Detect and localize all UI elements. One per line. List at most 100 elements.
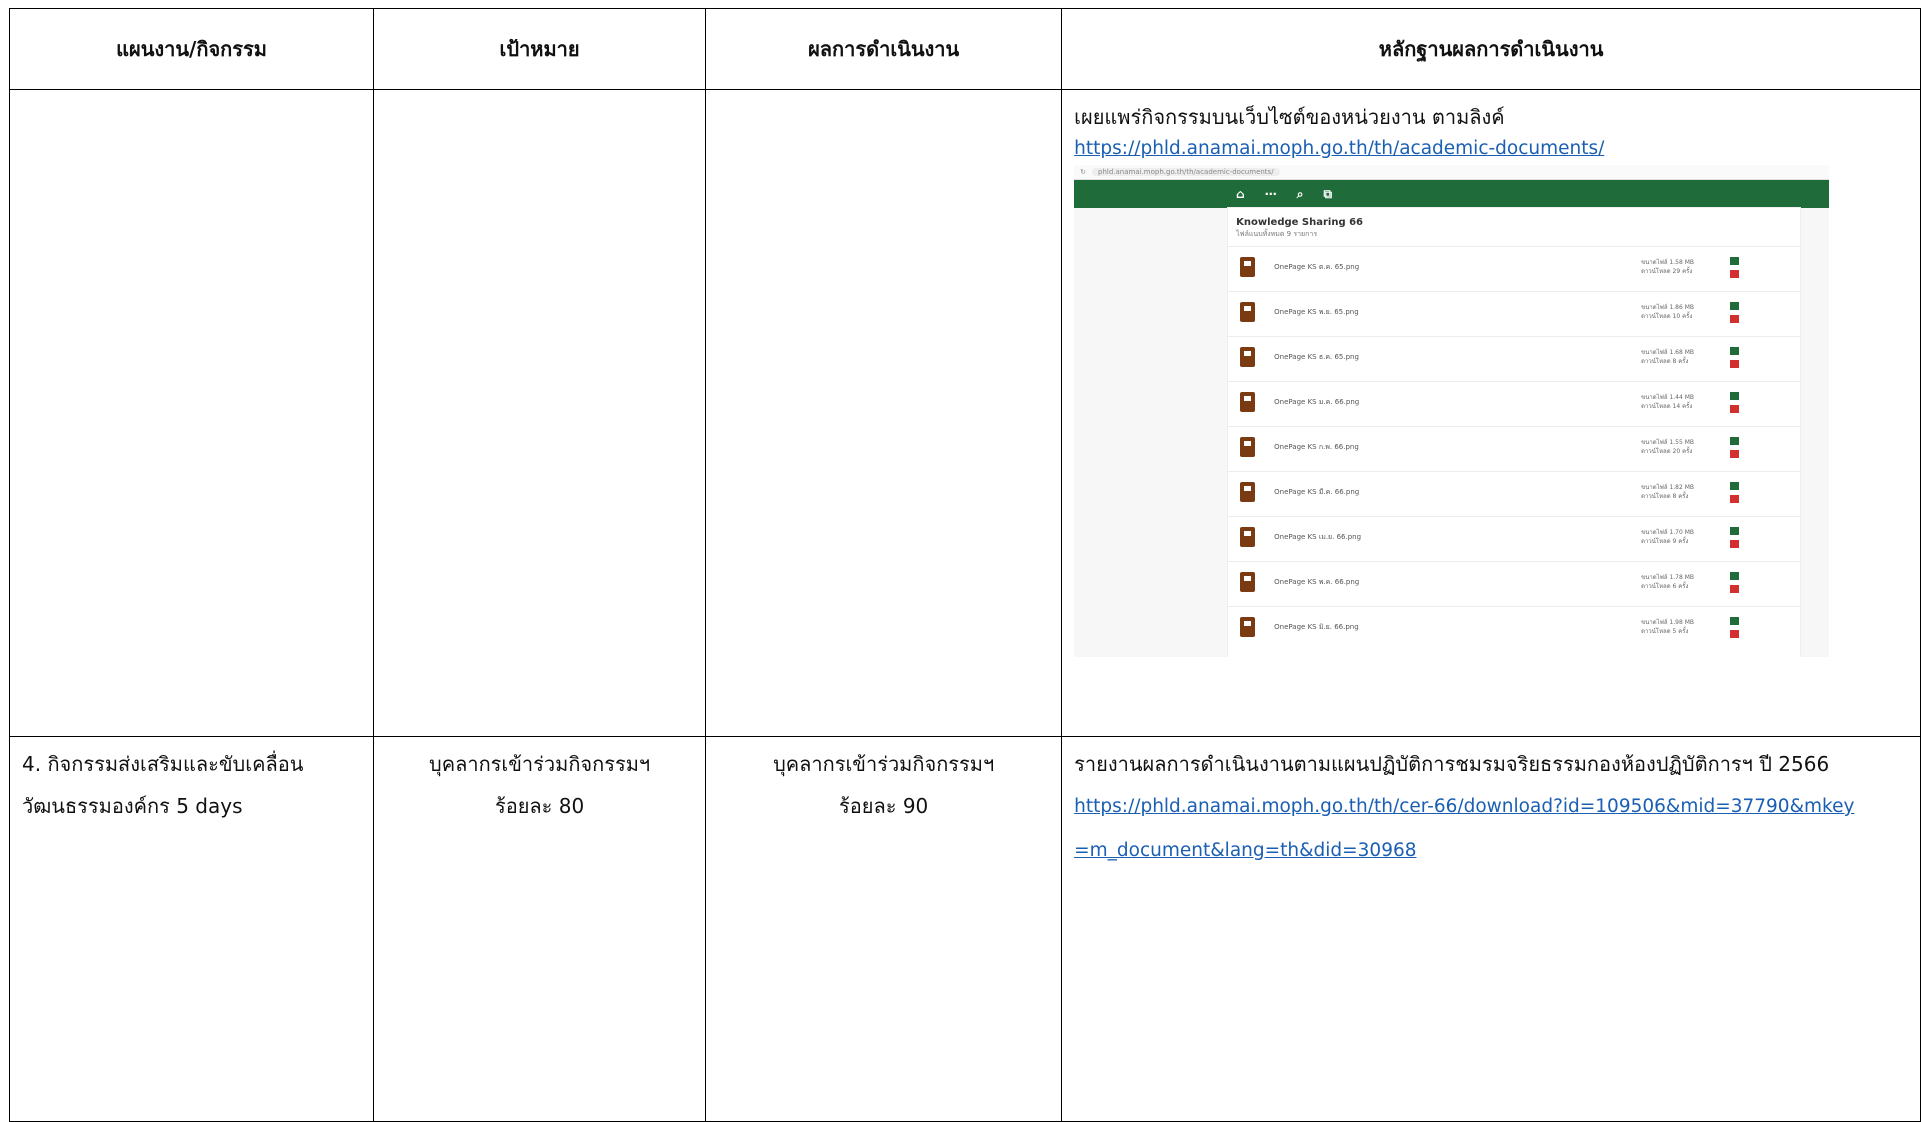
preview-button [1730, 449, 1743, 458]
preview-button [1730, 494, 1743, 503]
panel-title: Knowledge Sharing 66 [1236, 217, 1364, 228]
png-file-icon [1240, 257, 1256, 277]
download-icon [1730, 256, 1740, 265]
file-name: OnePage KS เม.ย. 66.png [1274, 533, 1362, 541]
preview-button [1730, 629, 1743, 638]
file-size: ขนาดไฟล์ 1.68 MB ดาวน์โหลด 8 ครั้ง [1641, 348, 1694, 366]
preview-button [1730, 404, 1743, 413]
table-row: 4. กิจกรรมส่งเสริมและขับเคลื่อนวัฒนธรรมอ… [8, 736, 1921, 1122]
file-size: ขนาดไฟล์ 1.78 MB ดาวน์โหลด 6 ครั้ง [1641, 573, 1694, 591]
png-file-icon [1240, 437, 1256, 457]
header-result: ผลการดำเนินงาน [705, 8, 1063, 90]
file-size-text: ขนาดไฟล์ 1.44 MB [1641, 394, 1695, 401]
header-evidence: หลักฐานผลการดำเนินงาน [1061, 8, 1921, 90]
file-size-text: ขนาดไฟล์ 1.58 MB [1641, 259, 1695, 266]
file-size-text: ขนาดไฟล์ 1.55 MB [1641, 439, 1695, 446]
file-name: OnePage KS ต.ค. 65.png [1274, 263, 1360, 271]
file-size-text: ขนาดไฟล์ 1.70 MB [1641, 529, 1695, 536]
browser-url: phld.anamai.moph.go.th/th/academic-docum… [1092, 168, 1280, 176]
file-downloads: ดาวน์โหลด 10 ครั้ง [1641, 313, 1693, 320]
file-row: OnePage KS ม.ค. 66.png ขนาดไฟล์ 1.44 MB ดา… [1228, 381, 1801, 426]
search-icon: ⌕ [1296, 186, 1304, 201]
file-size: ขนาดไฟล์ 1.82 MB ดาวน์โหลด 8 ครั้ง [1641, 483, 1694, 501]
download-button [1730, 256, 1743, 265]
download-button [1730, 391, 1743, 400]
preview-icon [1730, 584, 1740, 593]
plan-cell: 4. กิจกรรมส่งเสริมและขับเคลื่อนวัฒนธรรมอ… [8, 736, 375, 1122]
header-row: แผนงาน/กิจกรรม เป้าหมาย ผลการดำเนินงาน ห… [8, 8, 1921, 90]
result-line1: บุคลากรเข้าร่วมกิจกรรมฯ [773, 752, 995, 776]
preview-icon [1730, 494, 1740, 503]
download-button [1730, 526, 1743, 535]
menu-dots-icon: ⋯ [1264, 187, 1277, 201]
plan-text: 4. กิจกรรมส่งเสริมและขับเคลื่อนวัฒนธรรมอ… [22, 752, 304, 818]
download-icon [1730, 391, 1740, 400]
file-name: OnePage KS ธ.ค. 65.png [1274, 353, 1359, 361]
download-icon [1730, 526, 1740, 535]
download-button [1730, 571, 1743, 580]
preview-button [1730, 269, 1743, 278]
file-downloads: ดาวน์โหลด 5 ครั้ง [1641, 628, 1689, 635]
preview-button [1730, 584, 1743, 593]
png-file-icon [1240, 347, 1256, 367]
file-size-text: ขนาดไฟล์ 1.82 MB [1641, 484, 1695, 491]
file-name: OnePage KS พ.ย. 65.png [1274, 308, 1359, 316]
documents-panel: Knowledge Sharing 66 ไฟล์แนบทั้งหมด 9 รา… [1228, 208, 1801, 657]
result-cell: บุคลากรเข้าร่วมกิจกรรมฯ ร้อยละ 90 [705, 736, 1063, 1122]
preview-button [1730, 539, 1743, 548]
evidence-link[interactable]: https://phld.anamai.moph.go.th/th/academ… [1074, 138, 1604, 159]
website-screenshot: ↻ phld.anamai.moph.go.th/th/academic-doc… [1074, 165, 1830, 657]
target-cell: บุคลากรเข้าร่วมกิจกรรมฯ ร้อยละ 80 [373, 736, 707, 1122]
table-row: เผยแพร่กิจกรรมบนเว็บไซต์ของหน่วยงาน ตามล… [8, 89, 1921, 737]
file-downloads: ดาวน์โหลด 8 ครั้ง [1641, 358, 1689, 365]
file-downloads: ดาวน์โหลด 6 ครั้ง [1641, 583, 1689, 590]
png-file-icon [1240, 617, 1256, 637]
file-row: OnePage KS ธ.ค. 65.png ขนาดไฟล์ 1.68 MB ดา… [1228, 336, 1801, 381]
file-list: OnePage KS ต.ค. 65.png ขนาดไฟล์ 1.58 MB ดา… [1228, 246, 1801, 651]
file-name: OnePage KS ม.ค. 66.png [1274, 398, 1360, 406]
file-size: ขนาดไฟล์ 1.98 MB ดาวน์โหลด 5 ครั้ง [1641, 618, 1694, 636]
file-size-text: ขนาดไฟล์ 1.86 MB [1641, 304, 1695, 311]
preview-icon [1730, 539, 1740, 548]
header-plan: แผนงาน/กิจกรรม [8, 8, 375, 90]
target-line1: บุคลากรเข้าร่วมกิจกรรมฯ [429, 752, 651, 776]
download-button [1730, 436, 1743, 445]
evidence-text: รายงานผลการดำเนินงานตามแผนปฏิบัติการชมรม… [1074, 752, 1830, 776]
download-icon [1730, 301, 1740, 310]
file-row: OnePage KS มี.ค. 66.png ขนาดไฟล์ 1.82 MB ด… [1228, 471, 1801, 516]
evidence-cell: เผยแพร่กิจกรรมบนเว็บไซต์ของหน่วยงาน ตามล… [1061, 89, 1921, 737]
file-size-text: ขนาดไฟล์ 1.98 MB [1641, 619, 1695, 626]
download-button [1730, 616, 1743, 625]
file-downloads: ดาวน์โหลด 9 ครั้ง [1641, 538, 1689, 545]
target-cell [373, 89, 707, 737]
file-size: ขนาดไฟล์ 1.58 MB ดาวน์โหลด 29 ครั้ง [1641, 258, 1694, 276]
download-icon [1730, 436, 1740, 445]
png-file-icon [1240, 302, 1256, 322]
result-line2: ร้อยละ 90 [839, 794, 929, 818]
evidence-link[interactable]: https://phld.anamai.moph.go.th/th/cer-66… [1074, 785, 1864, 873]
preview-button [1730, 359, 1743, 368]
plan-cell [8, 89, 375, 737]
file-size: ขนาดไฟล์ 1.55 MB ดาวน์โหลด 20 ครั้ง [1641, 438, 1694, 456]
download-icon [1730, 481, 1740, 490]
download-icon [1730, 346, 1740, 355]
header-target: เป้าหมาย [373, 8, 707, 90]
png-file-icon [1240, 527, 1256, 547]
target-line2: ร้อยละ 80 [494, 794, 585, 818]
preview-icon [1730, 449, 1740, 458]
preview-icon [1730, 359, 1740, 368]
download-button [1730, 481, 1743, 490]
evidence-cell: รายงานผลการดำเนินงานตามแผนปฏิบัติการชมรม… [1061, 736, 1921, 1122]
preview-icon [1730, 314, 1740, 323]
site-navbar: ⌂ ⋯ ⌕ ⧉ [1074, 180, 1830, 208]
preview-button [1730, 314, 1743, 323]
preview-icon [1730, 269, 1740, 278]
file-size: ขนาดไฟล์ 1.70 MB ดาวน์โหลด 9 ครั้ง [1641, 528, 1694, 546]
home-icon: ⌂ [1236, 187, 1245, 201]
download-button [1730, 346, 1743, 355]
file-downloads: ดาวน์โหลด 14 ครั้ง [1641, 403, 1693, 410]
file-size-text: ขนาดไฟล์ 1.78 MB [1641, 574, 1695, 581]
png-file-icon [1240, 572, 1256, 592]
file-downloads: ดาวน์โหลด 20 ครั้ง [1641, 448, 1693, 455]
file-downloads: ดาวน์โหลด 8 ครั้ง [1641, 493, 1689, 500]
